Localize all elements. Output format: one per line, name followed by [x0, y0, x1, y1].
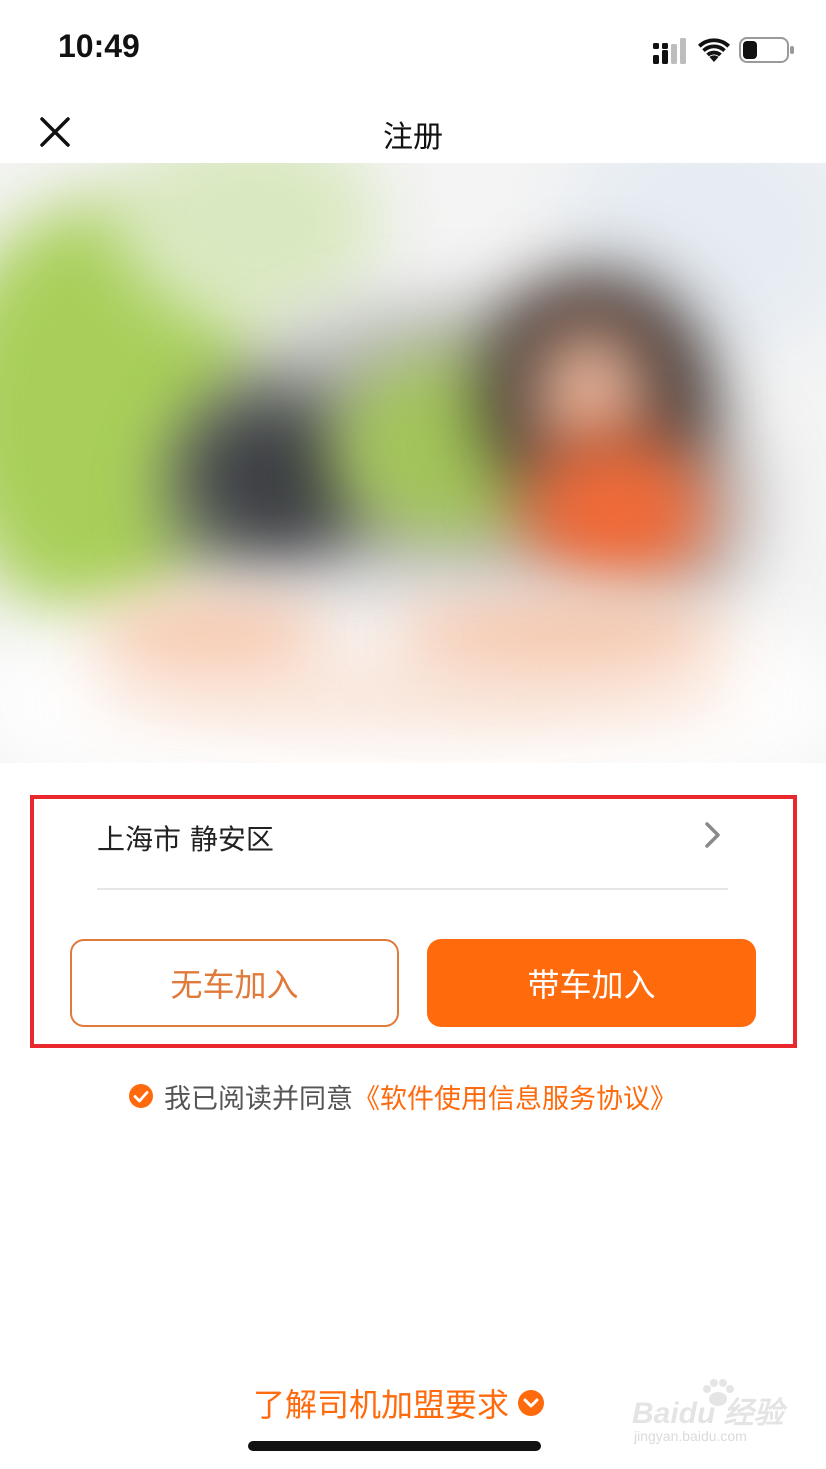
agreement-text: 我已阅读并同意《软件使用信息服务协议》	[164, 1077, 677, 1116]
watermark-url: jingyan.baidu.com	[634, 1428, 747, 1444]
join-without-car-button[interactable]: 无车加入	[70, 939, 399, 1027]
page-title: 注册	[383, 120, 443, 155]
agreement-link[interactable]: 《软件使用信息服务协议》	[353, 1084, 677, 1115]
hero-banner-image	[0, 163, 826, 763]
driver-requirements-label: 了解司机加盟要求	[253, 1386, 510, 1424]
register-page: 10:49 注册 上海市 静安区 无车加入 带车加入 我已阅读并同意《软件使用信…	[0, 0, 826, 1469]
battery-icon	[739, 37, 794, 63]
chevron-down-circle-icon	[518, 1390, 545, 1416]
baidu-watermark: Baidu 经验 jingyan.baidu.com	[632, 1378, 792, 1450]
city-selector[interactable]: 上海市 静安区	[97, 806, 728, 890]
agreement-prefix: 我已阅读并同意	[164, 1084, 353, 1115]
driver-requirements-link[interactable]: 了解司机加盟要求	[253, 1380, 545, 1426]
status-time: 10:49	[58, 28, 140, 64]
wifi-icon	[698, 38, 730, 62]
watermark-brand: Baidu 经验	[632, 1397, 784, 1430]
agreement-row: 我已阅读并同意《软件使用信息服务协议》	[0, 1073, 826, 1117]
home-indicator	[248, 1441, 541, 1451]
signal-icon	[653, 38, 686, 64]
chevron-right-icon	[705, 822, 720, 848]
city-selector-value: 上海市 静安区	[97, 823, 274, 856]
check-circle-icon[interactable]	[128, 1083, 154, 1109]
nav-bar: 注册	[0, 96, 826, 166]
status-bar: 10:49	[0, 0, 826, 96]
join-with-car-button[interactable]: 带车加入	[427, 939, 756, 1027]
